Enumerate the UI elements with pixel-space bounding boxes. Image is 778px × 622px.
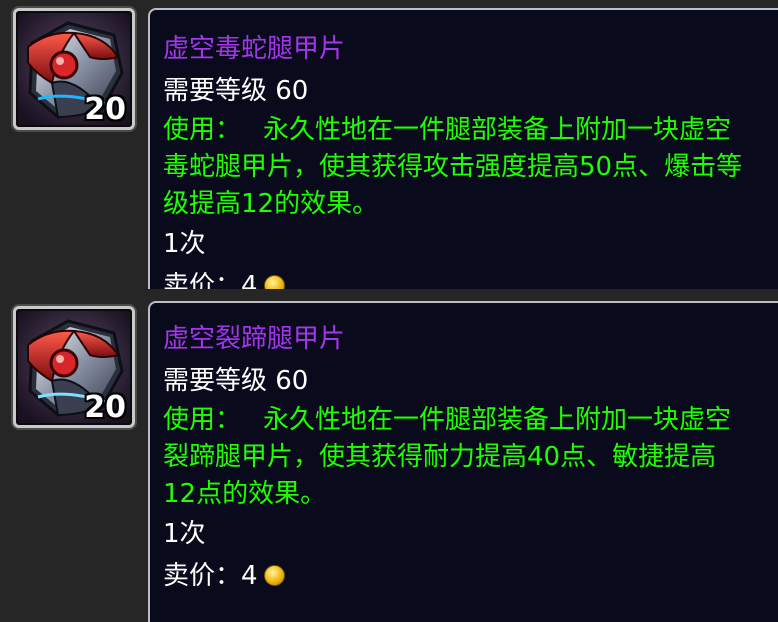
charges: 1次 bbox=[163, 229, 206, 259]
sell-price: 卖价：4 bbox=[163, 555, 770, 597]
item-slot-2[interactable]: 20 bbox=[13, 306, 135, 428]
use-effect: 使用： 永久性地在一件腿部装备上附加一块虚空裂蹄腿甲片，使其获得耐力提高40点、敏… bbox=[163, 402, 743, 513]
stack-count: 20 bbox=[84, 390, 126, 425]
gold-coin-icon bbox=[263, 565, 285, 586]
use-label: 使用： bbox=[163, 115, 242, 145]
item-name: 虚空裂蹄腿甲片 bbox=[163, 324, 346, 354]
item-card-1: 20 虚空毒蛇腿甲片 需要等级 60 使用： 永久性地在一件腿部装备上附加一块虚空… bbox=[0, 0, 778, 289]
use-text: 永久性地在一件腿部装备上附加一块虚空裂蹄腿甲片，使其获得耐力提高40点、敏捷提高… bbox=[163, 405, 732, 509]
item-slot-1[interactable]: 20 bbox=[13, 8, 135, 130]
sell-label: 卖价： bbox=[163, 561, 242, 591]
item-card-2: 20 虚空裂蹄腿甲片 需要等级 60 使用： 永久性地在一件腿部装备上附加一块虚空… bbox=[0, 296, 778, 622]
sell-label: 卖价： bbox=[163, 271, 242, 289]
item-name: 虚空毒蛇腿甲片 bbox=[163, 34, 346, 64]
required-level: 需要等级 60 bbox=[163, 366, 309, 396]
use-effect: 使用： 永久性地在一件腿部装备上附加一块虚空毒蛇腿甲片，使其获得攻击强度提高50点… bbox=[163, 112, 743, 223]
sell-price: 卖价：4 bbox=[163, 265, 770, 289]
charges: 1次 bbox=[163, 519, 206, 549]
item-tooltip-1: 虚空毒蛇腿甲片 需要等级 60 使用： 永久性地在一件腿部装备上附加一块虚空毒蛇腿… bbox=[148, 8, 778, 289]
use-label: 使用： bbox=[163, 405, 242, 435]
gold-coin-icon bbox=[263, 275, 285, 289]
required-level: 需要等级 60 bbox=[163, 76, 309, 106]
stack-count: 20 bbox=[84, 92, 126, 127]
sell-value: 4 bbox=[241, 561, 258, 591]
use-text: 永久性地在一件腿部装备上附加一块虚空毒蛇腿甲片，使其获得攻击强度提高50点、爆击… bbox=[163, 115, 743, 219]
item-tooltip-2: 虚空裂蹄腿甲片 需要等级 60 使用： 永久性地在一件腿部装备上附加一块虚空裂蹄腿… bbox=[148, 301, 778, 622]
sell-value: 4 bbox=[241, 271, 258, 289]
